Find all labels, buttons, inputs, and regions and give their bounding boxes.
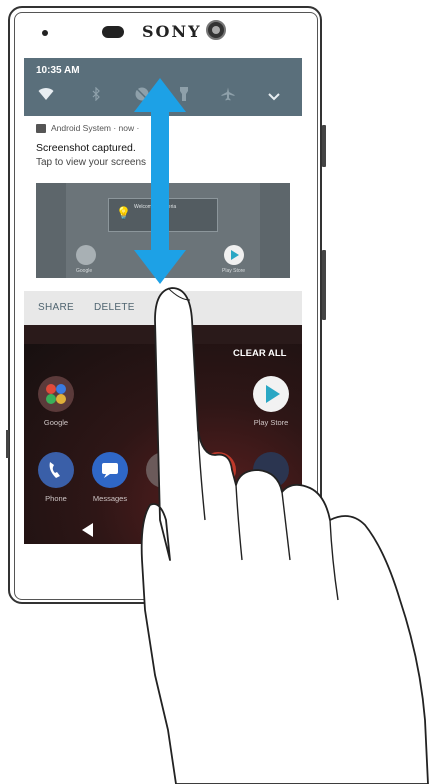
- hand-gesture-icon: [140, 287, 429, 784]
